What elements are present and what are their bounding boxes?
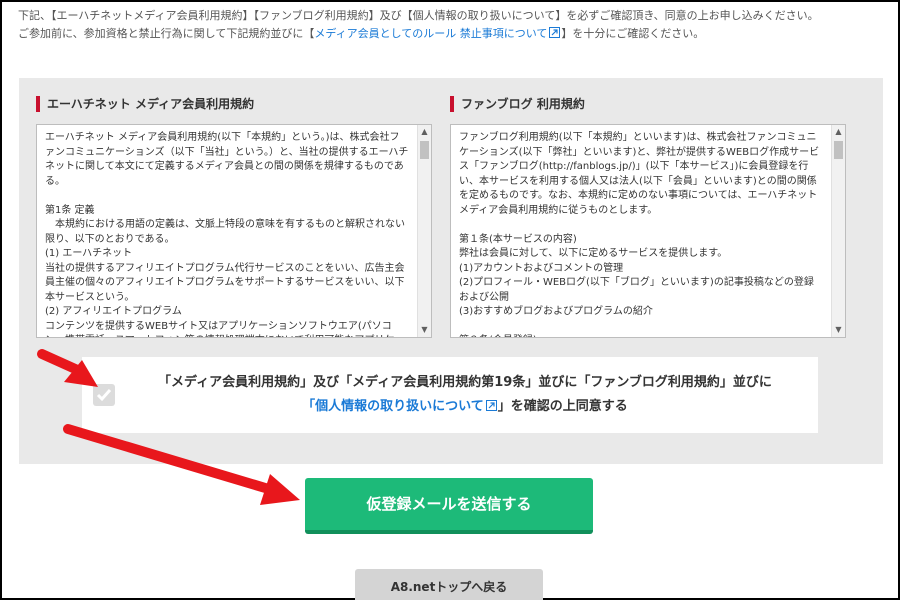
fanblog-terms-section: ファンブログ 利用規約 ファンブログ利用規約(以下「本規約」といいます)は、株式… bbox=[450, 96, 846, 338]
intro-line2-prefix: ご参加前に、参加資格と禁止行為に関して下記規約並びに【 bbox=[18, 27, 315, 40]
privacy-policy-link[interactable]: 「個人情報の取り扱いについて bbox=[302, 399, 498, 414]
intro-text: 下記、【エーハチネットメディア会員利用規約】【ファンブログ利用規約】及び【個人情… bbox=[18, 8, 888, 42]
privacy-policy-link-label: 「個人情報の取り扱いについて bbox=[302, 399, 484, 414]
external-link-icon bbox=[549, 27, 561, 38]
external-link-icon bbox=[485, 400, 497, 411]
checkbox-icon bbox=[96, 389, 112, 402]
fanblog-terms-text: ファンブログ利用規約(以下「本規約」といいます)は、株式会社ファンコミュニケーシ… bbox=[459, 132, 820, 337]
scroll-down-icon[interactable]: ▼ bbox=[832, 323, 845, 337]
media-terms-scrollbox[interactable]: エーハチネット メディア会員利用規約(以下「本規約」という。)は、株式会社ファン… bbox=[36, 124, 432, 338]
scroll-up-icon[interactable]: ▲ bbox=[832, 125, 845, 139]
send-registration-email-button[interactable]: 仮登録メールを送信する bbox=[305, 478, 593, 534]
scroll-thumb[interactable] bbox=[420, 141, 429, 159]
agreement-text-part1: 「メディア会員利用規約」及び「メディア会員利用規約第19条」並びに「ファンブログ… bbox=[158, 375, 772, 390]
agree-checkbox[interactable] bbox=[93, 384, 115, 406]
media-terms-scrollbar[interactable]: ▲ ▼ bbox=[417, 125, 431, 337]
fanblog-terms-scrollbar[interactable]: ▲ ▼ bbox=[831, 125, 845, 337]
rules-link[interactable]: メディア会員としてのルール 禁止事項について bbox=[314, 27, 561, 40]
back-to-top-button[interactable]: A8.netトップへ戻る bbox=[355, 569, 543, 600]
scroll-up-icon[interactable]: ▲ bbox=[418, 125, 431, 139]
agreement-text-part2: 」を確認の上同意する bbox=[497, 399, 628, 414]
agreement-box: 「メディア会員利用規約」及び「メディア会員利用規約第19条」並びに「ファンブログ… bbox=[82, 357, 818, 433]
media-terms-section: エーハチネット メディア会員利用規約 エーハチネット メディア会員利用規約(以下… bbox=[36, 96, 432, 338]
media-terms-text: エーハチネット メディア会員利用規約(以下「本規約」という。)は、株式会社ファン… bbox=[45, 132, 409, 337]
agreement-label: 「メディア会員利用規約」及び「メディア会員利用規約第19条」並びに「ファンブログ… bbox=[120, 371, 810, 419]
rules-link-label: メディア会員としてのルール 禁止事項について bbox=[314, 27, 548, 40]
intro-line1: 下記、【エーハチネットメディア会員利用規約】【ファンブログ利用規約】及び【個人情… bbox=[18, 9, 819, 22]
fanblog-terms-heading: ファンブログ 利用規約 bbox=[450, 96, 846, 112]
scroll-thumb[interactable] bbox=[834, 141, 843, 159]
intro-line2: ご参加前に、参加資格と禁止行為に関して下記規約並びに【メディア会員としてのルール… bbox=[18, 26, 888, 42]
media-terms-heading: エーハチネット メディア会員利用規約 bbox=[36, 96, 432, 112]
terms-panel: エーハチネット メディア会員利用規約 エーハチネット メディア会員利用規約(以下… bbox=[19, 78, 883, 464]
fanblog-terms-scrollbox[interactable]: ファンブログ利用規約(以下「本規約」といいます)は、株式会社ファンコミュニケーシ… bbox=[450, 124, 846, 338]
scroll-down-icon[interactable]: ▼ bbox=[418, 323, 431, 337]
intro-line2-suffix: 】を十分にご確認ください。 bbox=[561, 27, 705, 40]
